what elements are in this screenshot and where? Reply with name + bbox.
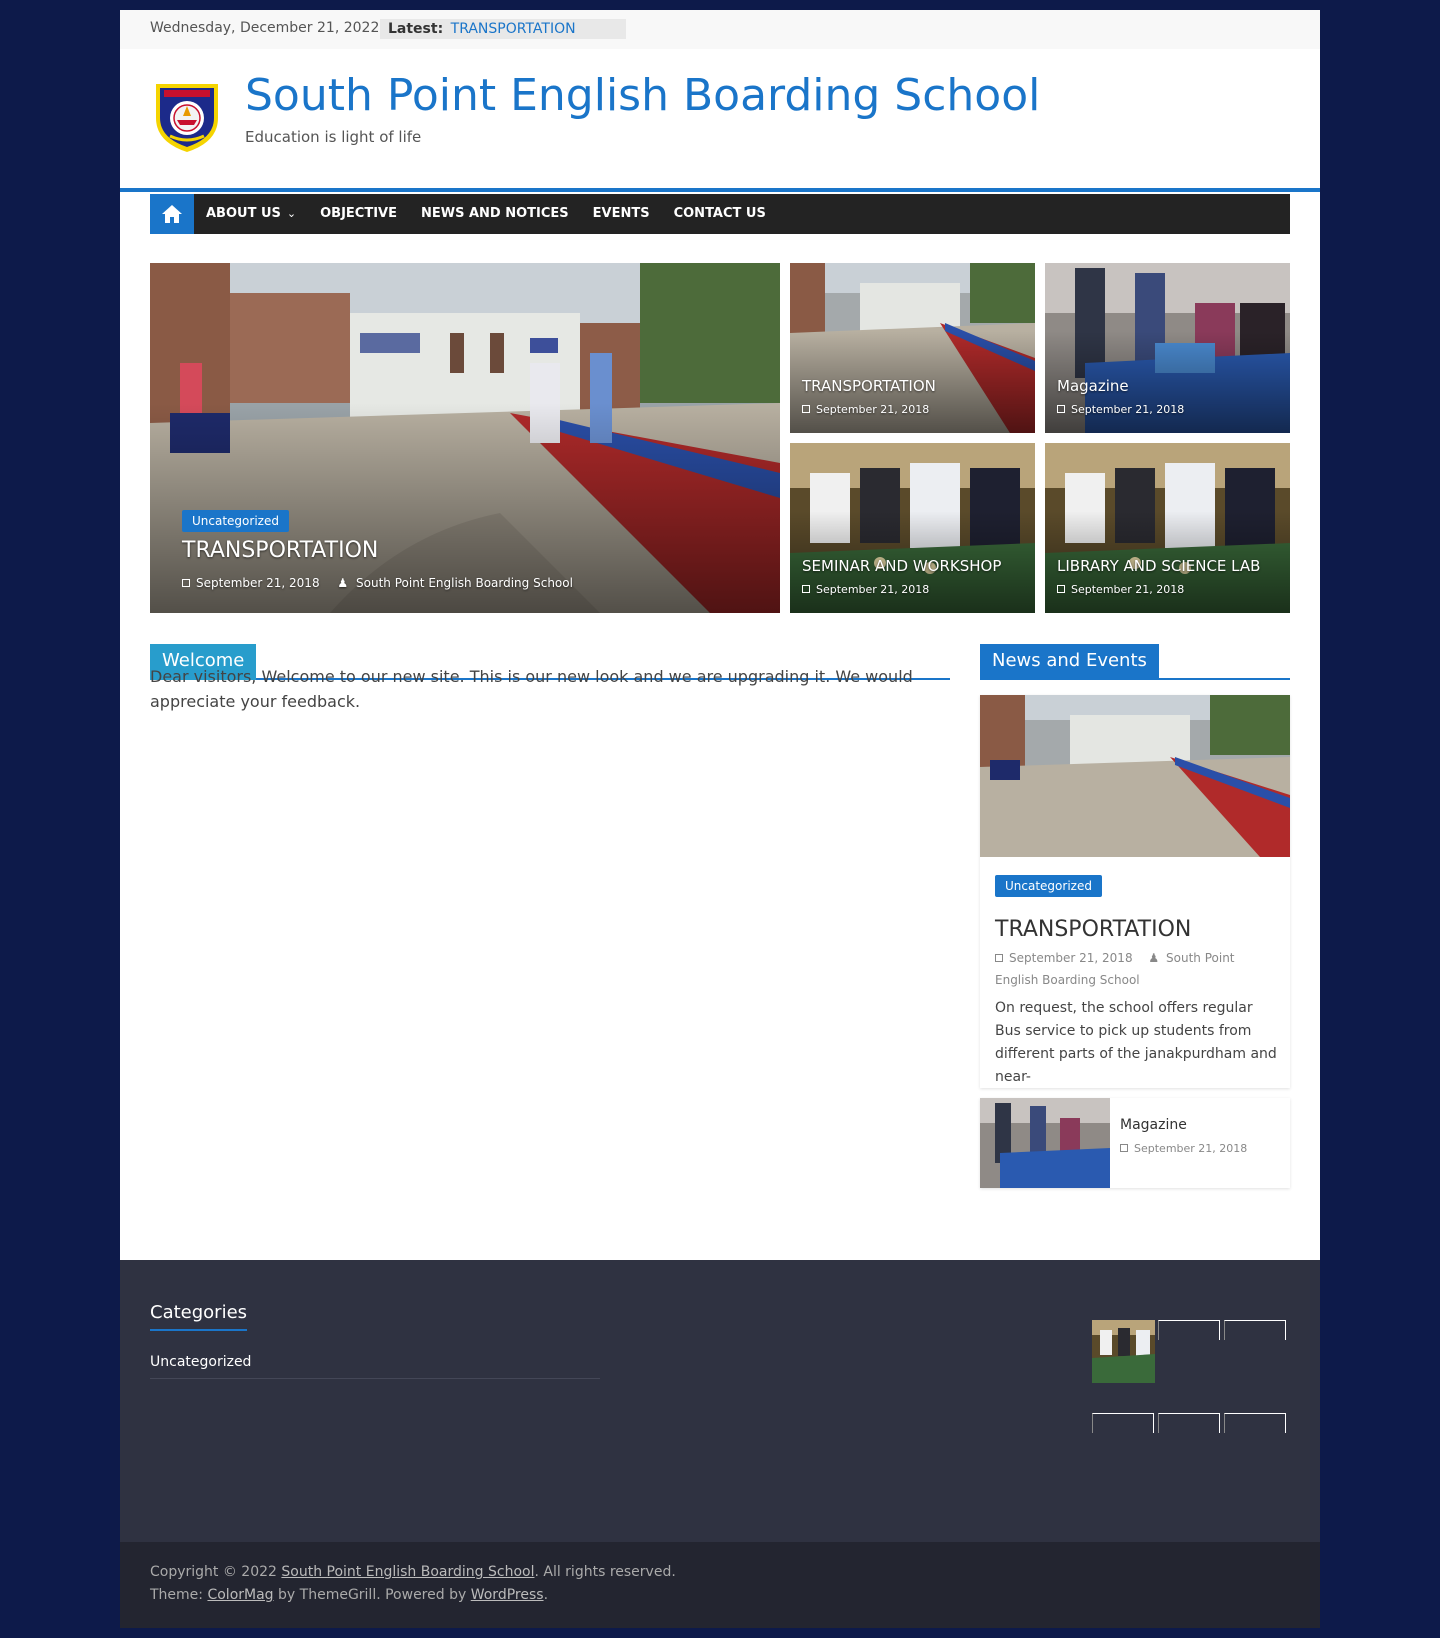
footer-widgets: Categories Uncategorized <box>120 1260 1320 1542</box>
tile-date[interactable]: September 21, 2018 <box>1057 583 1184 596</box>
theme-prefix: Theme: <box>150 1587 208 1603</box>
latest-link[interactable]: TRANSPORTATION <box>451 21 576 37</box>
copyright-suffix: . All rights reserved. <box>534 1564 676 1580</box>
menu-label: ABOUT US <box>206 206 281 221</box>
calendar-icon <box>995 954 1003 962</box>
theme-credit-line: Theme: ColorMag by ThemeGrill. Powered b… <box>150 1587 548 1603</box>
home-icon <box>162 205 182 223</box>
current-date: Wednesday, December 21, 2022 <box>150 20 380 36</box>
gallery-thumb-6[interactable] <box>1224 1413 1286 1433</box>
slide-tile-transportation[interactable]: TRANSPORTATION September 21, 2018 <box>790 263 1035 433</box>
chevron-down-icon: ⌄ <box>286 207 297 220</box>
tile-date-text: September 21, 2018 <box>1071 583 1185 596</box>
menu-item-objective[interactable]: OBJECTIVE <box>308 194 409 234</box>
small-news-date-text: September 21, 2018 <box>1134 1142 1248 1155</box>
tile-date-text: September 21, 2018 <box>1071 403 1185 416</box>
calendar-icon <box>182 579 190 587</box>
menu: ABOUT US ⌄ OBJECTIVE NEWS AND NOTICES EVE… <box>194 194 778 234</box>
calendar-icon <box>1057 405 1065 413</box>
category-badge[interactable]: Uncategorized <box>182 510 289 532</box>
menu-item-about-us[interactable]: ABOUT US ⌄ <box>194 194 308 234</box>
gallery-image <box>1092 1320 1155 1383</box>
welcome-text: Dear visitors, Welcome to our new site. … <box>150 667 913 711</box>
category-badge[interactable]: Uncategorized <box>995 875 1102 897</box>
slide-tile-library[interactable]: LIBRARY AND SCIENCE LAB September 21, 20… <box>1045 443 1290 613</box>
tile-date[interactable]: September 21, 2018 <box>802 583 929 596</box>
theme-mid: by ThemeGrill. Powered by <box>273 1587 471 1603</box>
copyright-line: Copyright © 2022 South Point English Boa… <box>150 1564 676 1580</box>
news-heading: News and Events <box>980 644 1159 680</box>
menu-item-events[interactable]: EVENTS <box>581 194 662 234</box>
user-icon: ♟ <box>337 576 349 590</box>
small-news-title[interactable]: Magazine <box>1120 1117 1187 1133</box>
home-button[interactable] <box>150 194 194 234</box>
latest-ticker: Latest: TRANSPORTATION <box>380 19 626 39</box>
tile-title[interactable]: TRANSPORTATION <box>802 377 936 395</box>
slide-author[interactable]: South Point English Boarding School <box>356 576 573 590</box>
categories-heading: Categories <box>150 1302 248 1331</box>
news-heading-bar: News and Events <box>980 644 1290 680</box>
tile-title[interactable]: LIBRARY AND SCIENCE LAB <box>1057 557 1260 575</box>
news-meta: September 21, 2018 ♟ South Point English… <box>995 947 1280 991</box>
gallery-thumb-2[interactable] <box>1158 1320 1220 1340</box>
site-tagline: Education is light of life <box>245 128 422 146</box>
slide-date[interactable]: September 21, 2018 <box>196 576 320 590</box>
slide-meta: September 21, 2018 ♟ South Point English… <box>182 576 573 590</box>
calendar-icon <box>802 405 810 413</box>
tile-date-text: September 21, 2018 <box>816 403 930 416</box>
tile-date[interactable]: September 21, 2018 <box>802 403 929 416</box>
tile-date-text: September 21, 2018 <box>816 583 930 596</box>
copyright-bar: Copyright © 2022 South Point English Boa… <box>120 1542 1320 1628</box>
school-crest-logo[interactable] <box>150 78 224 154</box>
main-navigation: ABOUT US ⌄ OBJECTIVE NEWS AND NOTICES EVE… <box>120 188 1320 234</box>
copyright-prefix: Copyright © 2022 <box>150 1564 282 1580</box>
gallery-thumb-1[interactable] <box>1092 1320 1155 1383</box>
top-bar: Wednesday, December 21, 2022 Latest: TRA… <box>120 10 1320 49</box>
slide-tile-seminar[interactable]: SEMINAR AND WORKSHOP September 21, 2018 <box>790 443 1035 613</box>
calendar-icon <box>1057 585 1065 593</box>
category-link-uncategorized[interactable]: Uncategorized <box>150 1354 600 1379</box>
tile-date[interactable]: September 21, 2018 <box>1057 403 1184 416</box>
slide-title[interactable]: TRANSPORTATION <box>182 538 378 563</box>
nav-bar: ABOUT US ⌄ OBJECTIVE NEWS AND NOTICES EVE… <box>150 194 1290 234</box>
tile-title[interactable]: SEMINAR AND WORKSHOP <box>802 557 1001 575</box>
calendar-icon <box>1120 1144 1128 1152</box>
menu-item-news-and-notices[interactable]: NEWS AND NOTICES <box>409 194 581 234</box>
news-image[interactable] <box>980 695 1290 857</box>
gallery-thumb-3[interactable] <box>1224 1320 1286 1340</box>
site-link[interactable]: South Point English Boarding School <box>281 1564 534 1580</box>
news-title[interactable]: TRANSPORTATION <box>995 917 1191 942</box>
small-news-card: Magazine September 21, 2018 <box>980 1098 1290 1188</box>
theme-suffix: . <box>543 1587 549 1603</box>
news-excerpt: On request, the school offers regular Bu… <box>995 1000 1277 1085</box>
featured-news-card: Uncategorized TRANSPORTATION September 2… <box>980 695 1290 1088</box>
calendar-icon <box>802 585 810 593</box>
slide-tile-magazine[interactable]: Magazine September 21, 2018 <box>1045 263 1290 433</box>
page: Wednesday, December 21, 2022 Latest: TRA… <box>120 10 1320 1628</box>
news-date[interactable]: September 21, 2018 <box>1009 951 1133 965</box>
colormag-link[interactable]: ColorMag <box>207 1587 273 1603</box>
user-icon: ♟ <box>1148 951 1160 965</box>
wordpress-link[interactable]: WordPress <box>471 1587 544 1603</box>
tile-title[interactable]: Magazine <box>1057 377 1129 395</box>
small-news-date[interactable]: September 21, 2018 <box>1120 1142 1247 1155</box>
site-title[interactable]: South Point English Boarding School <box>245 70 1040 121</box>
latest-label: Latest: <box>388 21 444 37</box>
featured-slide[interactable]: Uncategorized TRANSPORTATION September 2… <box>150 263 780 613</box>
menu-item-contact-us[interactable]: CONTACT US <box>662 194 778 234</box>
gallery-thumb-4[interactable] <box>1092 1413 1154 1433</box>
small-news-image[interactable] <box>980 1098 1110 1188</box>
gallery-thumb-5[interactable] <box>1158 1413 1220 1433</box>
